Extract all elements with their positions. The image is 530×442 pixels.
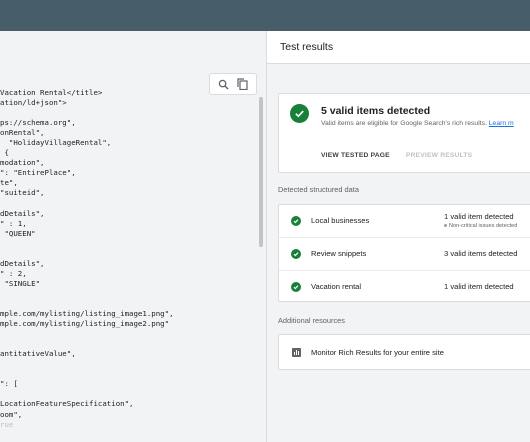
code-line: { [0,148,9,158]
results-title: Test results [280,41,334,53]
detected-structured-data-label: Detected structured data [278,185,359,194]
code-line: LocationFeatureSpecification", [0,399,134,409]
check-icon [291,282,301,292]
code-line: ps://schema.org", [0,118,76,128]
item-warning-note: Non-critical issues detected [444,223,517,229]
preview-results-button[interactable]: PREVIEW RESULTS [406,152,472,159]
item-name: Review snippets [311,249,367,258]
list-item-vacation-rental[interactable]: Vacation rental 1 valid item detected [279,271,530,304]
item-note-text: Non-critical issues detected [449,223,518,229]
code-line: rue [0,419,14,429]
code-line: modation", [0,158,45,168]
detected-items-list: Local businesses 1 valid item detected N… [278,204,530,302]
code-line: "QUEEN" [0,228,36,238]
code-line: "SINGLE" [0,278,41,288]
code-line: te", [0,178,18,188]
bar-chart-icon [292,348,301,357]
results-header: Test results [267,31,530,64]
list-item-review-snippets[interactable]: Review snippets 3 valid items detected [279,238,530,271]
code-line: antitativeValue", [0,349,76,359]
check-icon [291,216,301,226]
item-name: Vacation rental [311,282,362,291]
learn-more-link[interactable]: Learn m [489,120,514,127]
summary-subtitle: Valid items are eligible for Google Sear… [321,120,514,127]
view-tested-page-button[interactable]: VIEW TESTED PAGE [321,152,390,159]
item-count: 1 valid item detected [444,282,514,291]
code-view[interactable]: Vacation Rental</title> ation/ld+json"> ps… [0,88,258,430]
item-name: Local businesses [311,216,370,225]
summary-card: 5 valid items detected Valid items are e… [278,93,530,173]
search-icon[interactable] [217,77,231,91]
code-line: mple.com/mylisting/listing_image1.png", [0,309,174,319]
code-line: dDetails", [0,208,45,218]
warning-dot-icon [444,224,447,228]
code-line: ": [ [0,379,18,389]
summary-title: 5 valid items detected [321,105,431,117]
code-panel: Vacation Rental</title> ation/ld+json"> ps… [0,31,266,442]
top-bar [0,0,530,31]
code-line: onRental", [0,128,45,138]
code-scrollbar[interactable] [259,97,263,247]
code-toolbar [209,73,257,95]
code-line: " : 1, [0,218,27,228]
list-item-local-businesses[interactable]: Local businesses 1 valid item detected N… [279,205,530,238]
code-line: dDetails", [0,258,45,268]
code-line: " : 2, [0,268,27,278]
item-count: 3 valid items detected [444,249,518,258]
item-count: 1 valid item detected [444,212,514,221]
summary-subtitle-text: Valid items are eligible for Google Sear… [321,120,487,127]
check-icon [291,249,301,259]
results-panel: Test results 5 valid items detected Vali… [266,31,530,442]
code-line: oom", [0,409,23,419]
code-line: ation/ld+json"> [0,98,67,108]
additional-resources-label: Additional resources [278,316,345,325]
resource-label: Monitor Rich Results for your entire sit… [311,348,444,357]
code-line: ": "EntirePlace", [0,168,76,178]
code-line: mple.com/mylisting/listing_image2.png" [0,319,170,329]
code-line: "suiteid", [0,188,45,198]
copy-icon[interactable] [236,77,250,91]
summary-actions: VIEW TESTED PAGE PREVIEW RESULTS [321,152,472,159]
code-line: "HolidayVillageRental", [0,138,112,148]
monitor-rich-results-link[interactable]: Monitor Rich Results for your entire sit… [278,334,530,370]
valid-check-icon [290,104,309,123]
